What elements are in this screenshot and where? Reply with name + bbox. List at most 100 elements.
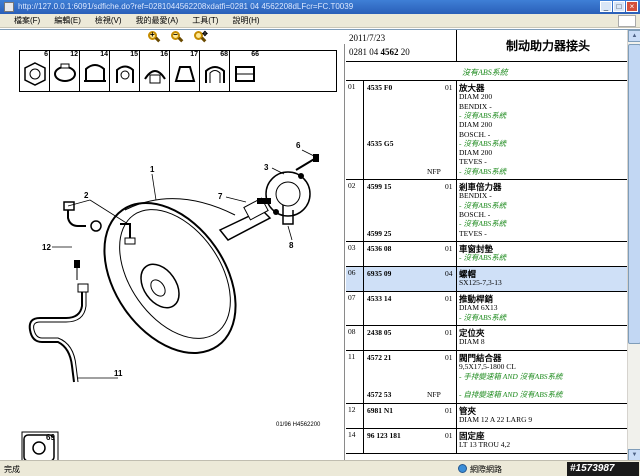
diagram-caption: 01/96 H4562200 xyxy=(276,422,321,428)
nfp-flag: NFP xyxy=(427,390,441,400)
row-index: 02 xyxy=(346,180,364,241)
menu-tools[interactable]: 工具(T) xyxy=(192,15,218,26)
part-spec: DIAM 8 xyxy=(459,337,485,347)
part-number[interactable]: 4599 15 xyxy=(367,182,391,192)
table-row[interactable]: 03 01 4536 08 車窗封墊 - 沒有ABS系統 xyxy=(346,242,627,267)
menu-file[interactable]: 檔案(F) xyxy=(14,15,40,26)
condition-note: - 沒有ABS系統 xyxy=(459,200,507,210)
part-name: 固定座 xyxy=(459,431,485,441)
table-row[interactable]: 06 04 6935 09 螺帽 SX125-7,3-13 xyxy=(346,267,627,292)
table-row[interactable]: 08 01 2438 05 定位夾 DIAM 8 xyxy=(346,326,627,351)
part-number[interactable]: 4535 G5 xyxy=(367,139,393,149)
zoom-out-icon[interactable]: − xyxy=(170,31,184,43)
exploded-view-diagram: 1 2 3 6 7 8 12 11 69 01/96 H4562200 xyxy=(21,141,321,461)
part-name: 剎車倍力器 xyxy=(459,182,502,192)
part-number[interactable]: 6935 09 xyxy=(367,269,391,279)
part-number[interactable]: 4572 53 xyxy=(367,391,391,400)
table-row[interactable]: 07 01 4533 14 推動桿銷 DIAM 6X13- 沒有ABS系統 xyxy=(346,292,627,326)
part-number[interactable]: 4572 21 xyxy=(367,353,391,363)
table-row[interactable]: 14 01 96 123 181 固定座 LT 13 TROU 4,2 xyxy=(346,429,627,454)
menu-view[interactable]: 檢視(V) xyxy=(95,15,122,26)
zoom-in-icon[interactable]: + xyxy=(147,31,161,43)
row-index: 01 xyxy=(346,81,364,179)
part-name: 定位夾 xyxy=(459,328,485,338)
part-name: 螺帽 xyxy=(459,269,477,279)
part-number[interactable]: 4599 25 xyxy=(367,229,391,239)
row-quantity: 01 xyxy=(445,431,453,440)
part-name: 管夾 xyxy=(459,406,477,416)
condition-note: - 沒有ABS系統 xyxy=(459,219,507,229)
part-spec: DIAM 200 xyxy=(459,92,493,102)
thumb-hose-clamp[interactable]: 12 xyxy=(50,51,80,91)
thumb-clip-a[interactable]: 14 xyxy=(80,51,110,91)
part-spec: BOSCH. - xyxy=(459,209,491,219)
address-text: http://127.0.0.1:6091/sdfiche.do?ref=028… xyxy=(18,2,354,11)
thumb-clip-c[interactable]: 16 xyxy=(140,51,170,91)
part-number[interactable]: 4533 14 xyxy=(367,294,391,304)
content-area: + − ✥ 6 12 14 15 16 17 68 66 1 2 3 6 7 8… xyxy=(0,29,640,461)
part-thumbnails: 6 12 14 15 16 17 68 66 xyxy=(19,50,337,92)
row-index: 07 xyxy=(346,292,364,325)
close-button[interactable]: × xyxy=(626,1,638,12)
table-row[interactable]: 11 01 4572 21 4572 53 NFP 閥門結合器 9,5X17,5-1800 … xyxy=(346,351,627,404)
part-spec: LT 13 TROU 4,2 xyxy=(459,440,511,450)
callout-3: 3 xyxy=(264,163,269,172)
part-spec: 9,5X17,5-1800 CL xyxy=(459,362,516,372)
callout-69: 69 xyxy=(46,433,55,442)
nfp-flag: NFP xyxy=(427,166,441,176)
thumb-clip-f[interactable]: 66 xyxy=(230,51,260,91)
part-number[interactable]: 4535 F0 xyxy=(367,83,392,93)
date-text: 2011/7/23 xyxy=(349,33,386,43)
vertical-scrollbar[interactable]: ▲ ▼ xyxy=(627,30,640,461)
part-name: 閥門結合器 xyxy=(459,353,502,363)
table-row[interactable]: 01 01 4535 F0 4535 G5 NFP 放大器 DIAM 200 BENDIX -… xyxy=(346,81,627,180)
parts-header: 2011/7/23 0281 04 4562 20 制动助力器接头 xyxy=(346,30,627,62)
menu-help[interactable]: 說明(H) xyxy=(232,15,259,26)
minimize-button[interactable]: _ xyxy=(600,1,612,12)
row-quantity: 01 xyxy=(445,353,453,362)
part-number[interactable]: 2438 05 xyxy=(367,328,391,338)
zoom-pan-icon[interactable]: ✥ xyxy=(193,31,208,43)
part-spec: DIAM 200 xyxy=(459,148,493,158)
thumb-clip-d[interactable]: 17 xyxy=(170,51,200,91)
callout-7: 7 xyxy=(218,192,223,201)
parts-list-panel: 2011/7/23 0281 04 4562 20 制动助力器接头 沒有ABS系… xyxy=(346,30,627,461)
reference-number: 0281 04 4562 20 xyxy=(349,47,410,57)
menu-favorites[interactable]: 我的最愛(A) xyxy=(136,15,179,26)
callout-6: 6 xyxy=(296,141,301,150)
callout-12: 12 xyxy=(42,243,51,252)
callout-1: 1 xyxy=(150,165,155,174)
title-bar: http://127.0.0.1:6091/sdfiche.do?ref=028… xyxy=(0,0,640,14)
thumb-nut[interactable]: 6 xyxy=(20,51,50,91)
table-row[interactable]: 02 01 4599 15 4599 25 剎車倍力器 BENDIX -- 沒有ABS系統… xyxy=(346,180,627,242)
scroll-up-icon[interactable]: ▲ xyxy=(628,30,640,42)
menu-bar: 檔案(F) 編輯(E) 檢視(V) 我的最愛(A) 工具(T) 說明(H) xyxy=(0,14,640,28)
condition-note: - 沒有ABS系統 xyxy=(459,110,507,120)
part-spec: TEVES - xyxy=(459,228,487,238)
scroll-thumb[interactable] xyxy=(628,44,640,344)
condition-note: - 沒有ABS系統 xyxy=(459,253,507,263)
watermark: #1573987 xyxy=(567,462,639,476)
row-index: 03 xyxy=(346,242,364,266)
status-text: 完成 xyxy=(4,465,20,474)
part-number[interactable]: 4536 08 xyxy=(367,244,391,254)
part-spec: TEVES - xyxy=(459,157,487,167)
menu-edit[interactable]: 編輯(E) xyxy=(54,15,81,26)
callout-8: 8 xyxy=(289,241,294,250)
part-spec: DIAM 6X13 xyxy=(459,303,498,313)
thumb-clip-b[interactable]: 15 xyxy=(110,51,140,91)
table-row[interactable]: 12 01 6981 N1 管夾 DIAM 12 A 22 LARG 9 xyxy=(346,404,627,429)
part-name: 車窗封墊 xyxy=(459,244,494,254)
zone-text: 網際網路 xyxy=(470,465,502,474)
part-number[interactable]: 6981 N1 xyxy=(367,406,393,416)
thumb-clip-e[interactable]: 68 xyxy=(200,51,230,91)
condition-note: - 沒有ABS系統 xyxy=(459,312,507,322)
part-spec: BOSCH. - xyxy=(459,129,491,139)
maximize-button[interactable]: □ xyxy=(613,1,625,12)
zoom-toolbar: + − ✥ xyxy=(0,30,345,44)
callout-11: 11 xyxy=(114,369,123,378)
part-number[interactable]: 96 123 181 xyxy=(367,431,401,441)
row-index: 12 xyxy=(346,404,364,428)
part-name: 放大器 xyxy=(459,83,485,93)
window-controls: _ □ × xyxy=(600,1,638,12)
